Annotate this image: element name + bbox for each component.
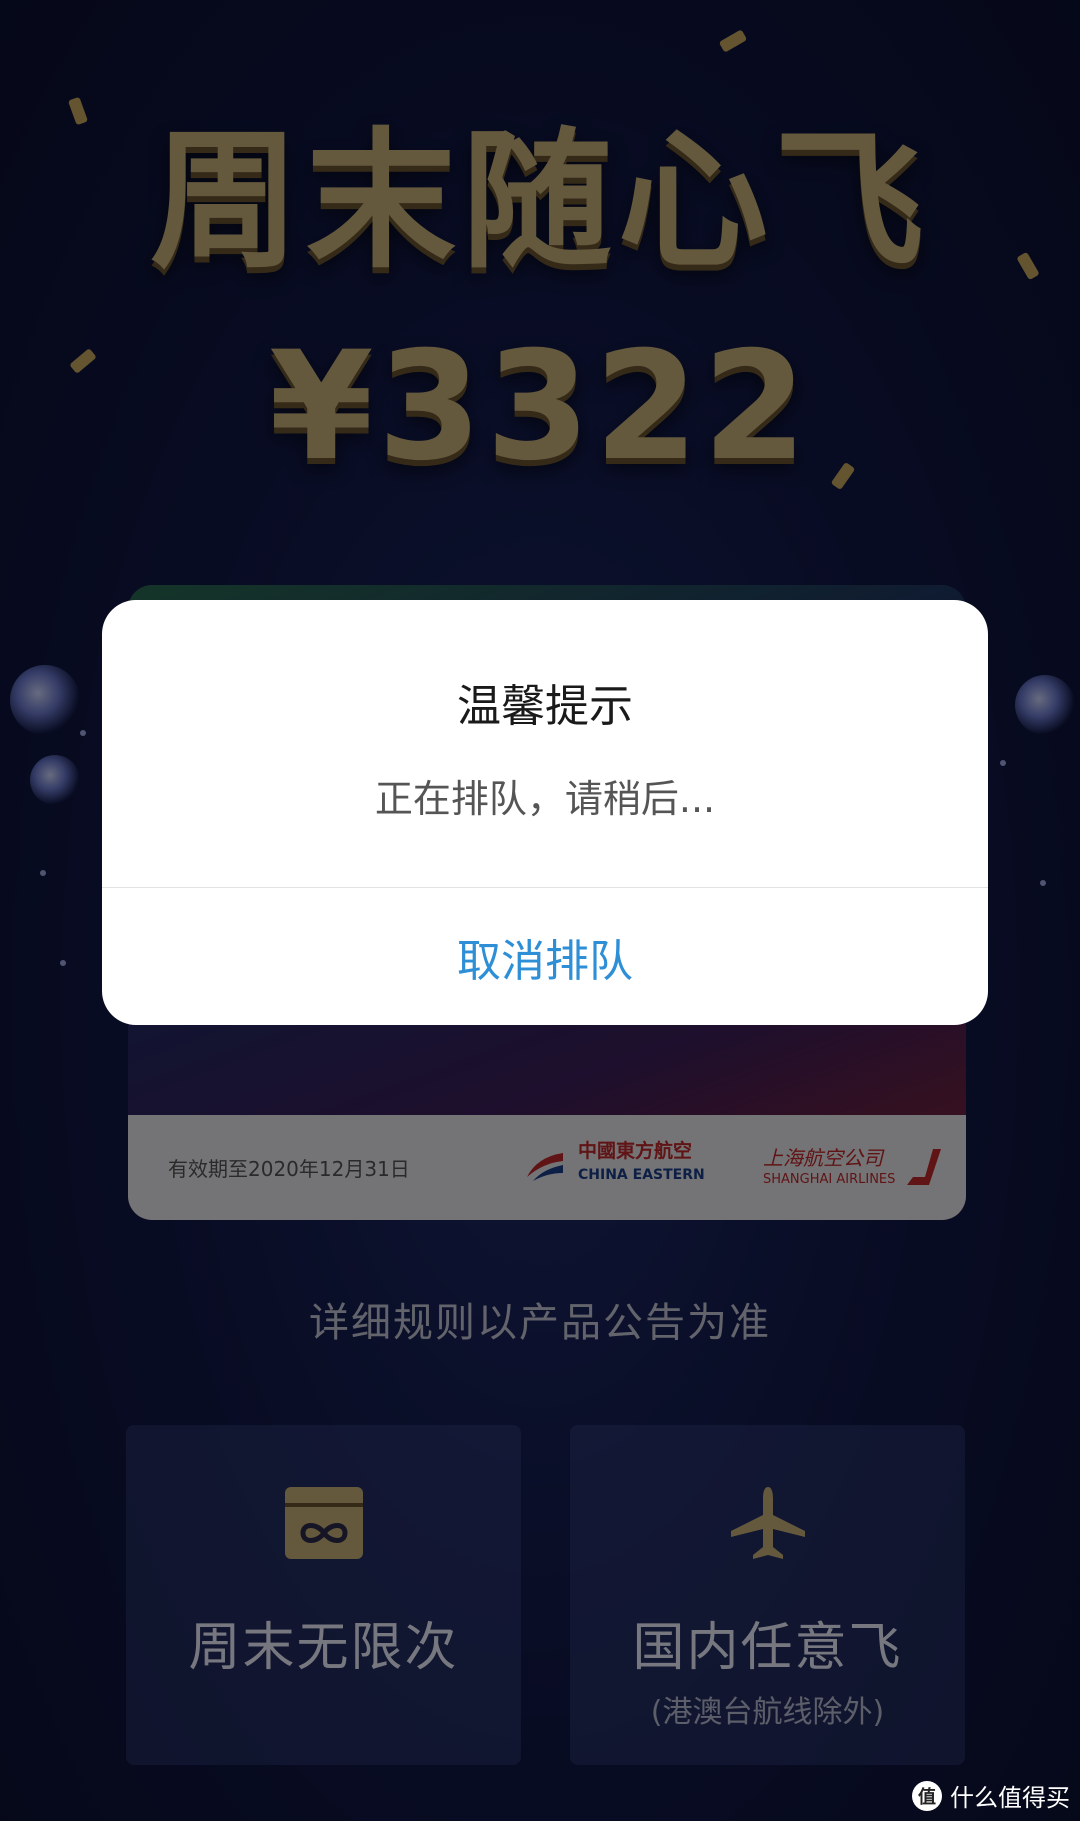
- dialog-message: 正在排队，请稍后...: [374, 777, 716, 821]
- smzdm-logo-icon: 值: [912, 1780, 942, 1811]
- dialog-title: 温馨提示: [457, 681, 633, 732]
- watermark: 值 什么值得买: [912, 1778, 1070, 1813]
- watermark-label: 什么值得买: [950, 1784, 1070, 1812]
- queue-dialog: 温馨提示 正在排队，请稍后... 取消排队: [102, 600, 988, 1025]
- cancel-queue-button[interactable]: 取消排队: [102, 888, 988, 1025]
